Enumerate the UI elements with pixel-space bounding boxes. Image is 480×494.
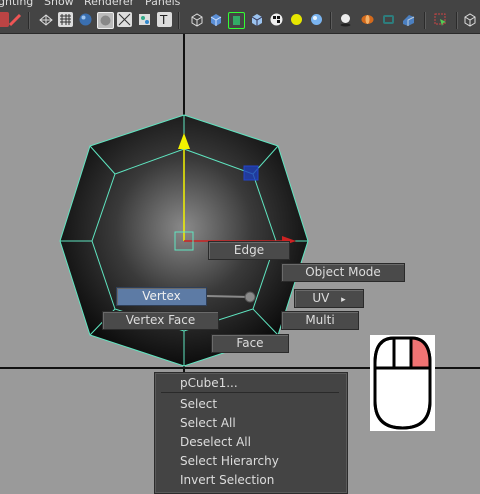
marking-vertex-face[interactable]: Vertex Face <box>102 311 219 330</box>
menu-item-select-all[interactable]: Select All <box>180 416 236 430</box>
submenu-arrow-icon: ▸ <box>341 295 346 305</box>
marking-face[interactable]: Face <box>211 334 289 353</box>
marking-uv[interactable]: UV ▸ <box>294 289 364 308</box>
mouse-icon <box>373 336 432 430</box>
context-menu-title: pCube1... <box>180 376 238 390</box>
marking-uv-label: UV <box>312 291 330 305</box>
marking-object-mode[interactable]: Object Mode <box>281 263 405 282</box>
context-menu-divider <box>161 392 339 393</box>
marking-vertex[interactable]: Vertex <box>116 287 207 306</box>
menu-item-deselect-all[interactable]: Deselect All <box>180 435 251 449</box>
menu-item-invert-selection[interactable]: Invert Selection <box>180 473 274 487</box>
marking-edge[interactable]: Edge <box>208 241 290 260</box>
menu-item-select-hierarchy[interactable]: Select Hierarchy <box>180 454 279 468</box>
mouse-right-click-illustration <box>370 335 435 431</box>
context-menu: pCube1... Select Select All Deselect All… <box>154 372 348 494</box>
menu-item-select[interactable]: Select <box>180 397 217 411</box>
marking-multi[interactable]: Multi <box>281 311 359 330</box>
